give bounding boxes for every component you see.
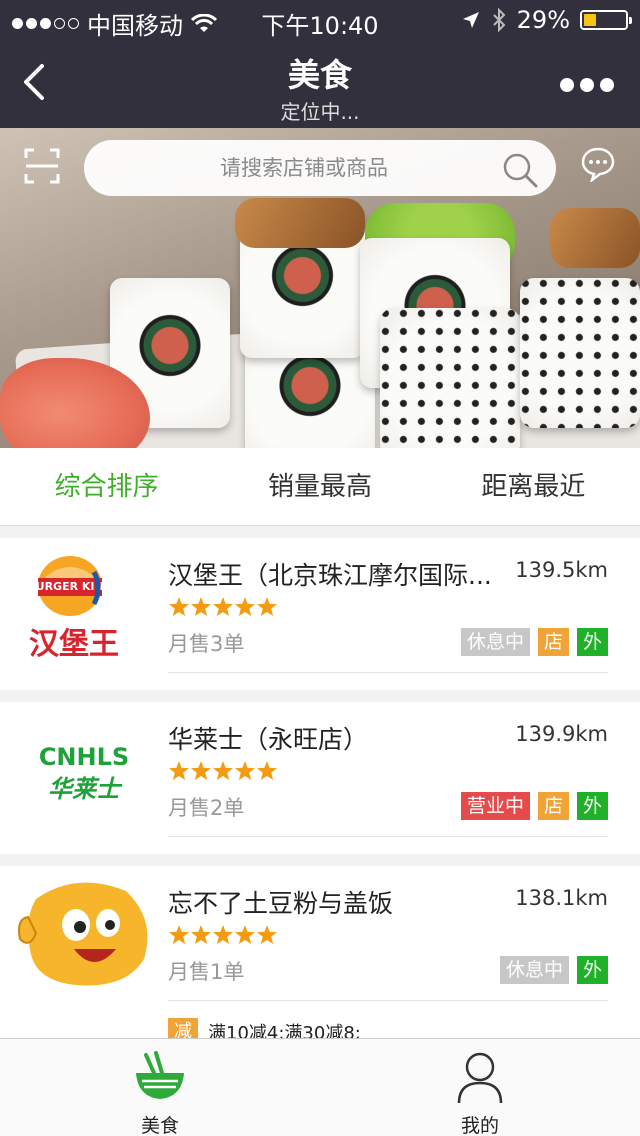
tab-mine[interactable]: 我的	[320, 1039, 640, 1136]
location-status: 定位中...	[280, 100, 360, 124]
tab-food-label: 美食	[140, 1115, 179, 1136]
monthly-sales: 月售2单	[168, 796, 245, 820]
status-badge: 营业中	[460, 792, 530, 820]
bluetooth-icon	[492, 8, 506, 32]
nav-bar: 美食 定位中...	[0, 40, 640, 128]
shop-logo: CNHLS 华莱士	[16, 716, 152, 826]
status-badge: 休息中	[460, 628, 530, 656]
battery-icon	[580, 10, 632, 30]
star-icon	[235, 925, 255, 944]
takeout-badge: 外	[576, 628, 608, 656]
burger-king-logo: BURGER KING 汉堡王	[27, 556, 119, 660]
logo-text-bottom: 华莱士	[48, 775, 123, 803]
user-icon	[457, 1052, 503, 1104]
search-bar[interactable]	[84, 140, 556, 196]
monthly-sales: 月售1单	[168, 960, 245, 984]
page-title: 美食	[287, 56, 352, 94]
search-input[interactable]	[84, 140, 484, 196]
star-icon	[213, 925, 233, 944]
shop-card-potato-noodle[interactable]: 忘不了土豆粉与盖饭 138.1km 月售1单 休息中 外 减 满10减4;满30…	[0, 866, 640, 1046]
monthly-sales: 月售3单	[168, 632, 245, 656]
shop-logo	[16, 878, 152, 990]
star-icon	[169, 925, 189, 944]
star-rating	[168, 924, 278, 946]
status-right: 29%	[461, 6, 632, 34]
shop-name: 忘不了土豆粉与盖饭	[168, 889, 394, 918]
wallace-logo: CNHLS 华莱士	[39, 743, 129, 803]
card-divider	[168, 836, 608, 837]
store-badge: 店	[537, 628, 569, 656]
star-icon	[191, 761, 211, 780]
star-icon	[191, 925, 211, 944]
tab-food[interactable]: 美食	[0, 1039, 320, 1136]
star-icon	[257, 761, 277, 780]
shop-name: 汉堡王（北京珠江摩尔国际...	[168, 561, 492, 590]
shop-distance: 139.9km	[515, 722, 608, 746]
bowl-icon	[136, 1051, 184, 1099]
star-icon	[169, 761, 189, 780]
logo-text-bottom: 汉堡王	[29, 627, 119, 660]
shop-distance: 138.1km	[515, 886, 608, 910]
battery-percent: 29%	[516, 6, 570, 34]
star-rating	[168, 760, 278, 782]
star-icon	[191, 597, 211, 616]
shop-card-wallace[interactable]: CNHLS 华莱士 华莱士（永旺店） 139.9km 月售2单 营业中 店 外	[0, 702, 640, 854]
location-arrow-icon	[462, 12, 479, 28]
bottom-tab-bar: 美食 我的	[0, 1038, 640, 1136]
tab-sort-distance[interactable]: 距离最近	[427, 448, 640, 525]
star-icon	[257, 597, 277, 616]
star-icon	[213, 597, 233, 616]
shop-name: 华莱士（永旺店）	[168, 725, 369, 754]
tab-mine-label: 我的	[460, 1115, 499, 1136]
star-icon	[213, 761, 233, 780]
message-icon[interactable]	[580, 146, 616, 182]
status-bar: 中国移动 下午10:40 29%	[0, 0, 640, 40]
shop-card-burger-king[interactable]: BURGER KING 汉堡王 汉堡王（北京珠江摩尔国际... 139.5km …	[0, 538, 640, 690]
status-badge: 休息中	[499, 956, 569, 984]
card-divider	[168, 1000, 608, 1001]
card-divider	[168, 672, 608, 673]
star-icon	[235, 761, 255, 780]
takeout-badge: 外	[576, 792, 608, 820]
star-rating	[168, 596, 278, 618]
shop-tags: 休息中 外	[499, 956, 608, 984]
sort-tabs: 综合排序 销量最高 距离最近	[0, 448, 640, 526]
shop-distance: 139.5km	[515, 558, 608, 582]
logo-text-top: CNHLS	[39, 743, 129, 771]
shop-tags: 休息中 店 外	[460, 628, 608, 656]
store-badge: 店	[537, 792, 569, 820]
potato-mascot-logo	[18, 882, 148, 986]
more-menu-icon[interactable]	[560, 78, 614, 92]
search-icon[interactable]	[502, 152, 538, 188]
star-icon	[169, 597, 189, 616]
tab-sort-sales[interactable]: 销量最高	[213, 448, 426, 525]
shop-tags: 营业中 店 外	[460, 792, 608, 820]
shop-logo: BURGER KING 汉堡王	[16, 552, 152, 662]
scan-icon[interactable]	[24, 148, 60, 184]
tab-sort-default[interactable]: 综合排序	[0, 448, 213, 525]
star-icon	[257, 925, 277, 944]
takeout-badge: 外	[576, 956, 608, 984]
star-icon	[235, 597, 255, 616]
